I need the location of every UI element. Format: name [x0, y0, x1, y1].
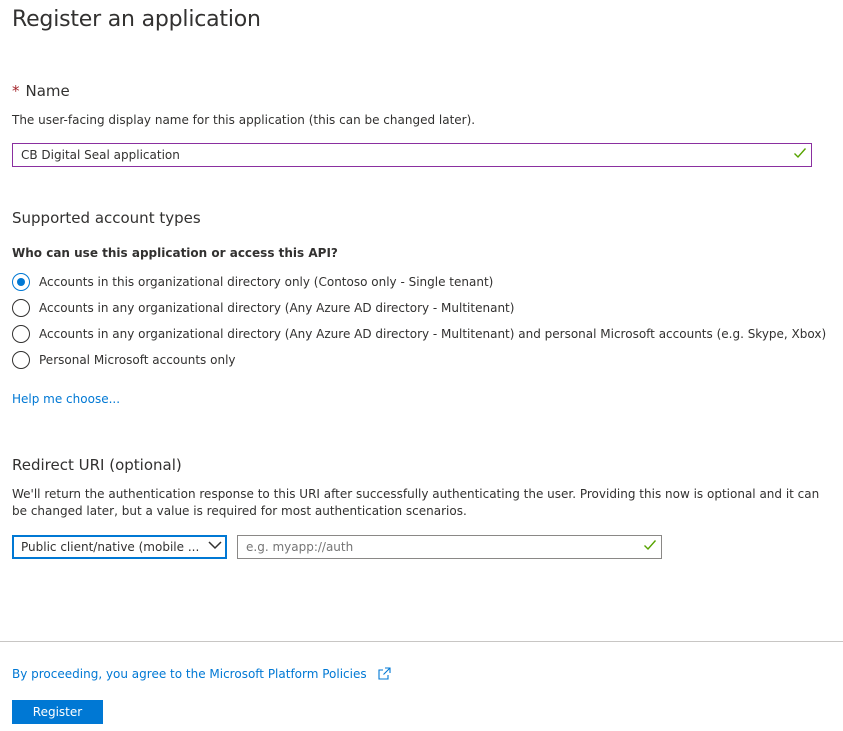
register-button[interactable]: Register [12, 700, 103, 724]
page-title: Register an application [12, 7, 261, 32]
radio-button-selected[interactable] [12, 273, 30, 291]
option-label: Personal Microsoft accounts only [39, 353, 236, 367]
account-types-question: Who can use this application or access t… [12, 246, 338, 260]
radio-button[interactable] [12, 351, 30, 369]
platform-dropdown-value[interactable]: Public client/native (mobile ... [12, 535, 227, 559]
platform-dropdown[interactable]: Public client/native (mobile ... [12, 535, 227, 559]
account-option-single-tenant[interactable]: Accounts in this organizational director… [12, 272, 493, 292]
redirect-uri-input[interactable] [237, 535, 662, 559]
account-option-personal-only[interactable]: Personal Microsoft accounts only [12, 350, 236, 370]
name-label: Name [25, 82, 70, 100]
account-types-heading: Supported account types [12, 209, 201, 227]
platform-policies-link[interactable]: By proceeding, you agree to the Microsof… [12, 667, 367, 681]
chevron-down-icon [208, 541, 222, 550]
option-label: Accounts in any organizational directory… [39, 301, 515, 315]
external-link-icon [378, 667, 391, 680]
radio-button[interactable] [12, 325, 30, 343]
valid-check-icon [644, 540, 657, 551]
help-me-choose-link[interactable]: Help me choose... [12, 392, 120, 406]
policy-link-row[interactable]: By proceeding, you agree to the Microsof… [12, 663, 391, 682]
redirect-uri-description: We'll return the authentication response… [12, 487, 820, 518]
footer-divider [0, 641, 843, 642]
account-option-multitenant-personal[interactable]: Accounts in any organizational directory… [12, 324, 826, 344]
name-description: The user-facing display name for this ap… [12, 113, 476, 127]
required-marker: * [12, 82, 20, 100]
name-input[interactable]: CB Digital Seal application [12, 143, 812, 167]
radio-button[interactable] [12, 299, 30, 317]
option-label: Accounts in any organizational directory… [39, 327, 827, 341]
name-label-row: * Name [12, 81, 70, 101]
account-option-multitenant[interactable]: Accounts in any organizational directory… [12, 298, 514, 318]
valid-check-icon [794, 148, 807, 159]
name-input-wrapper: CB Digital Seal application [12, 143, 812, 167]
redirect-uri-input-wrapper [237, 535, 662, 559]
redirect-uri-heading: Redirect URI (optional) [12, 456, 182, 474]
option-label: Accounts in this organizational director… [39, 275, 494, 289]
